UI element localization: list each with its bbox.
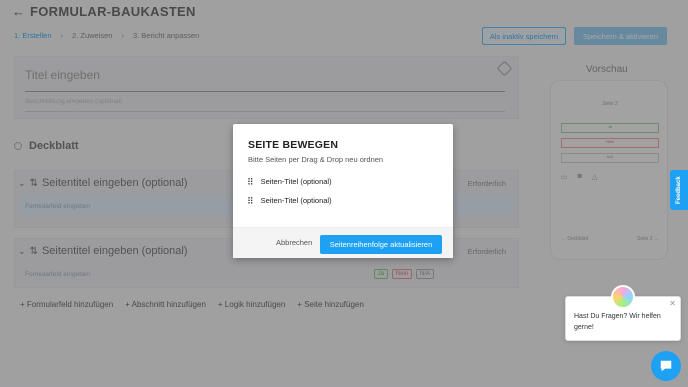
chat-message: Hast Du Fragen? Wir helfen gerne!: [574, 313, 661, 331]
modal-footer: Abbrechen Seitenreihenfolge aktualisiere…: [233, 227, 453, 258]
update-order-button[interactable]: Seitenreihenfolge aktualisieren: [320, 235, 442, 254]
cancel-button[interactable]: Abbrechen: [276, 238, 312, 247]
chat-avatar: [611, 285, 635, 309]
drag-handle-icon[interactable]: ⠿: [247, 177, 253, 186]
close-icon[interactable]: ✕: [669, 299, 676, 308]
feedback-tab[interactable]: Feedback: [670, 170, 688, 210]
modal-title: SEITE BEWEGEN: [248, 139, 339, 151]
chat-launcher-button[interactable]: [651, 351, 681, 381]
chat-bubble-icon: [660, 360, 672, 372]
move-page-modal: SEITE BEWEGEN Bitte Seiten per Drag & Dr…: [233, 124, 453, 258]
draggable-page-item[interactable]: ⠿ Seiten-Titel (optional): [247, 177, 332, 186]
page-item-label: Seiten-Titel (optional): [260, 196, 332, 205]
draggable-page-item[interactable]: ⠿ Seiten-Titel (optional): [247, 196, 332, 205]
page-item-label: Seiten-Titel (optional): [260, 177, 332, 186]
modal-subtitle: Bitte Seiten per Drag & Drop neu ordnen: [248, 155, 384, 164]
drag-handle-icon[interactable]: ⠿: [247, 196, 253, 205]
